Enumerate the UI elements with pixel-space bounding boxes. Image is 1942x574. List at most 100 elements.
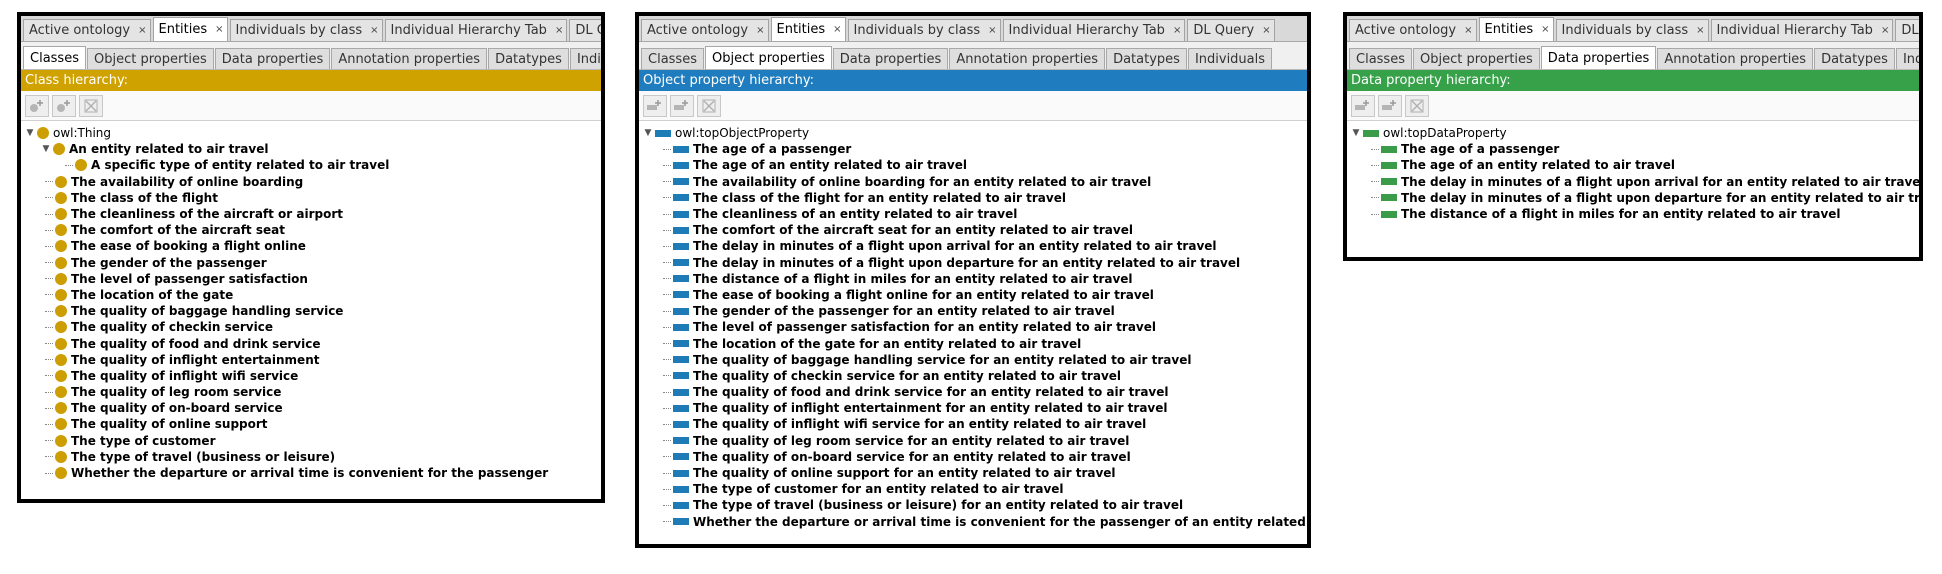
tree-item[interactable]: The availability of online boarding (21, 174, 601, 190)
tree-item[interactable]: The age of a passenger (1347, 141, 1919, 157)
add-sibling-button[interactable] (52, 94, 76, 117)
close-icon[interactable]: × (756, 25, 764, 36)
close-icon[interactable]: × (1881, 25, 1889, 36)
tree-item[interactable]: A specific type of entity related to air… (21, 157, 601, 173)
close-icon[interactable]: × (833, 24, 841, 35)
tab-individuals-by-class[interactable]: Individuals by class × (1555, 19, 1709, 41)
tree-item[interactable]: The class of the flight for an entity re… (639, 190, 1307, 206)
tree-item[interactable]: The ease of booking a flight online (21, 238, 601, 254)
tree-item[interactable]: The distance of a flight in miles for an… (1347, 206, 1919, 222)
subtab-individuals[interactable]: Individuals (569, 48, 601, 69)
tree-item[interactable]: The quality of leg room service (21, 384, 601, 400)
subtab-individuals[interactable]: Individuals (1895, 48, 1919, 69)
tree-item[interactable]: The type of travel (business or leisure) (21, 449, 601, 465)
tree-item[interactable]: The gender of the passenger for an entit… (639, 303, 1307, 319)
tree-root[interactable]: ▼ owl:topObjectProperty (639, 125, 1307, 141)
add-subclass-button[interactable] (643, 94, 667, 117)
tree-item[interactable]: The gender of the passenger (21, 255, 601, 271)
expand-toggle-icon[interactable]: ▼ (25, 128, 35, 138)
subtab-classes[interactable]: Classes (641, 48, 704, 69)
tree-item[interactable]: The type of customer (21, 433, 601, 449)
tree-item[interactable]: The delay in minutes of a flight upon de… (1347, 190, 1919, 206)
tab-individuals-by-class[interactable]: Individuals by class × (847, 19, 1001, 41)
tree-item[interactable]: The location of the gate (21, 287, 601, 303)
tab-entities[interactable]: Entities × (770, 17, 846, 41)
add-subclass-button[interactable] (25, 94, 49, 117)
tree-item[interactable]: The quality of inflight entertainment (21, 352, 601, 368)
close-icon[interactable]: × (1173, 25, 1181, 36)
tree-item[interactable]: The location of the gate for an entity r… (639, 335, 1307, 351)
tree-item[interactable]: The availability of online boarding for … (639, 174, 1307, 190)
tree-item[interactable]: The quality of on-board service (21, 400, 601, 416)
tree-item[interactable]: The age of an entity related to air trav… (1347, 157, 1919, 173)
tree-item[interactable]: The delay in minutes of a flight upon ar… (1347, 174, 1919, 190)
tree-item[interactable]: The quality of baggage handling service (21, 303, 601, 319)
tab-dl-query[interactable]: DL Query× (569, 19, 601, 41)
expand-toggle-icon[interactable]: ▼ (1351, 128, 1361, 138)
tab-individual-hierarchy-tab[interactable]: Individual Hierarchy Tab × (1710, 19, 1894, 41)
tree-item[interactable]: The class of the flight (21, 190, 601, 206)
subtab-annotation-properties[interactable]: Annotation properties (1657, 48, 1814, 69)
tab-active-ontology[interactable]: Active ontology × (23, 19, 151, 41)
subtab-data-properties[interactable]: Data properties (214, 48, 331, 69)
tree-item[interactable]: The quality of leg room service for an e… (639, 433, 1307, 449)
tree-root[interactable]: ▼ owl:Thing (21, 125, 601, 141)
subtab-classes[interactable]: Classes (23, 46, 86, 69)
tree-item[interactable]: The age of an entity related to air trav… (639, 157, 1307, 173)
add-sibling-button[interactable] (1378, 94, 1402, 117)
tree-item[interactable]: The quality of inflight wifi service (21, 368, 601, 384)
subtab-datatypes[interactable]: Datatypes (488, 48, 569, 69)
subtab-classes[interactable]: Classes (1349, 48, 1412, 69)
tree-item[interactable]: The cleanliness of the aircraft or airpo… (21, 206, 601, 222)
add-subclass-button[interactable] (1351, 94, 1375, 117)
subtab-object-properties[interactable]: Object properties (1412, 48, 1540, 69)
close-icon[interactable]: × (1696, 25, 1704, 36)
delete-button[interactable] (697, 94, 721, 117)
delete-button[interactable] (79, 94, 103, 117)
expand-toggle-icon[interactable]: ▼ (41, 144, 51, 154)
subtab-datatypes[interactable]: Datatypes (1106, 48, 1187, 69)
tree-item[interactable]: The quality of on-board service for an e… (639, 449, 1307, 465)
close-icon[interactable]: × (1262, 25, 1270, 36)
tree-item[interactable]: The comfort of the aircraft seat for an … (639, 222, 1307, 238)
subtab-annotation-properties[interactable]: Annotation properties (949, 48, 1106, 69)
tree-item[interactable]: The level of passenger satisfaction for … (639, 319, 1307, 335)
close-icon[interactable]: × (138, 25, 146, 36)
close-icon[interactable]: × (555, 25, 563, 36)
tree-item[interactable]: The quality of checkin service (21, 319, 601, 335)
tree-item[interactable]: Whether the departure or arrival time is… (21, 465, 601, 481)
tree-item[interactable]: The quality of food and drink service (21, 335, 601, 351)
tree-item[interactable]: The quality of inflight entertainment fo… (639, 400, 1307, 416)
close-icon[interactable]: × (370, 25, 378, 36)
close-icon[interactable]: × (1541, 24, 1549, 35)
tree-item[interactable]: The quality of online support for an ent… (639, 465, 1307, 481)
tree-item[interactable]: The type of travel (business or leisure)… (639, 497, 1307, 513)
tree-item[interactable]: The quality of food and drink service fo… (639, 384, 1307, 400)
close-icon[interactable]: × (988, 25, 996, 36)
subtab-data-properties[interactable]: Data properties (1540, 46, 1657, 69)
tab-individuals-by-class[interactable]: Individuals by class × (229, 19, 383, 41)
delete-button[interactable] (1405, 94, 1429, 117)
close-icon[interactable]: × (1464, 25, 1472, 36)
expand-toggle-icon[interactable]: ▼ (643, 128, 653, 138)
tree-item[interactable]: The type of customer for an entity relat… (639, 481, 1307, 497)
tree-item[interactable]: The comfort of the aircraft seat (21, 222, 601, 238)
subtab-annotation-properties[interactable]: Annotation properties (331, 48, 488, 69)
tree-item[interactable]: The delay in minutes of a flight upon ar… (639, 238, 1307, 254)
close-icon[interactable]: × (215, 24, 223, 35)
tree-item[interactable]: The quality of checkin service for an en… (639, 368, 1307, 384)
tab-entities[interactable]: Entities × (1478, 17, 1554, 41)
tab-active-ontology[interactable]: Active ontology × (641, 19, 769, 41)
tree-root[interactable]: ▼ owl:topDataProperty (1347, 125, 1919, 141)
tab-dl-query[interactable]: DL Query× (1187, 19, 1275, 41)
tree-item[interactable]: Whether the departure or arrival time is… (639, 514, 1307, 530)
tree-item[interactable]: The age of a passenger (639, 141, 1307, 157)
subtab-individuals[interactable]: Individuals (1187, 48, 1273, 69)
tree-item[interactable]: ▼ An entity related to air travel (21, 141, 601, 157)
subtab-data-properties[interactable]: Data properties (832, 48, 949, 69)
tree-item[interactable]: The distance of a flight in miles for an… (639, 271, 1307, 287)
tree-item[interactable]: The quality of inflight wifi service for… (639, 416, 1307, 432)
tab-individual-hierarchy-tab[interactable]: Individual Hierarchy Tab × (1002, 19, 1186, 41)
tree-item[interactable]: The quality of online support (21, 416, 601, 432)
tab-entities[interactable]: Entities × (152, 17, 228, 41)
